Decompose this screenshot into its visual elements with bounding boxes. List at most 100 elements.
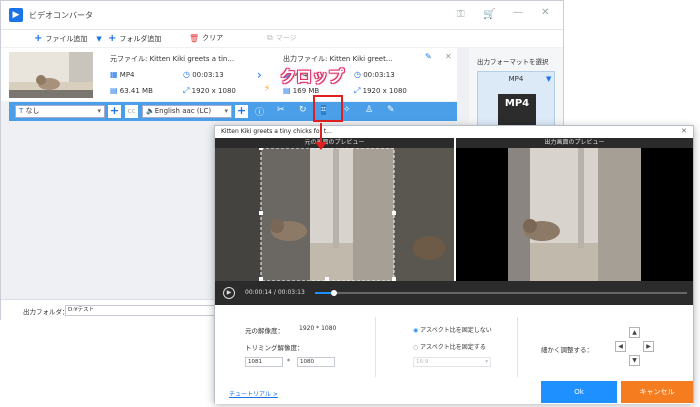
- subtitle-select[interactable]: T なし ▾: [15, 105, 105, 118]
- out-duration-value: 00:03:13: [363, 71, 395, 79]
- dropdown-arrow-icon[interactable]: ▼: [96, 35, 101, 43]
- progress-knob[interactable]: [330, 290, 337, 296]
- cart-icon[interactable]: 🛒: [483, 9, 495, 20]
- merge-icon: ⧉: [267, 33, 273, 42]
- crop-dialog: Kitten Kiki greets a tiny chicks for t..…: [214, 125, 694, 404]
- nudge-down-icon[interactable]: ▼: [629, 355, 640, 366]
- playback-bar: ▶ 00:00:14 / 00:03:13: [215, 281, 693, 305]
- ratio-select[interactable]: 16:9 ▾: [413, 357, 491, 367]
- watermark-icon[interactable]: ♙: [365, 105, 373, 115]
- merge-label: マージ: [275, 34, 297, 42]
- time-separator: /: [273, 289, 276, 296]
- crop-width-value: 1081: [248, 359, 262, 365]
- src-format-value: MP4: [119, 71, 135, 79]
- subtitle-value: なし: [25, 107, 40, 115]
- tutorial-link[interactable]: チュートリアル >: [229, 389, 278, 398]
- clear-button[interactable]: 🗑 クリア: [189, 33, 223, 43]
- add-folder-button[interactable]: + フォルダ追加: [108, 33, 161, 44]
- crop-height-input[interactable]: 1080: [297, 357, 335, 367]
- nudge-left-icon[interactable]: ◀: [615, 341, 626, 352]
- out-resolution-value: 1920 x 1080: [362, 87, 407, 95]
- output-folder-label: 出力フォルダ：: [23, 308, 69, 316]
- crop-callout: クロップ: [280, 67, 345, 86]
- dialog-title: Kitten Kiki greets a tiny chicks for t..…: [215, 126, 693, 138]
- pen-icon[interactable]: ✎: [387, 105, 395, 115]
- chevron-down-icon: ▾: [224, 107, 228, 115]
- src-size: ▤ 63.41 MB: [110, 86, 153, 95]
- orig-preview-header: 元の画面のプレビュー: [215, 138, 454, 148]
- output-frame: [456, 148, 693, 281]
- output-folder-value: D:¥テスト: [68, 307, 95, 313]
- rotate-icon[interactable]: ↻: [299, 105, 307, 115]
- divider: [375, 317, 376, 377]
- ratio-fixed-option[interactable]: ○ アスペクト比を固定する: [413, 342, 486, 351]
- clock-icon: ◷: [354, 70, 361, 79]
- progress-track[interactable]: [315, 290, 687, 296]
- src-size-value: 63.41 MB: [119, 87, 153, 95]
- ratio-select-value: 16:9: [416, 359, 429, 365]
- convert-arrow-icon: ›: [257, 68, 262, 82]
- edit-pen-icon[interactable]: ✎: [425, 52, 432, 61]
- audio-value: English aac (LC): [154, 107, 212, 115]
- source-file-label: 元ファイル: Kitten Kiki greets a tin...: [110, 55, 235, 63]
- app-title: ビデオコンバータ: [29, 11, 93, 20]
- trash-icon: 🗑: [189, 33, 200, 43]
- close-icon[interactable]: ✕: [541, 7, 549, 18]
- trim-res-label: トリミング解像度：: [245, 344, 304, 352]
- add-file-button[interactable]: + ファイル追加 ▼: [34, 33, 102, 44]
- subtitle-toggle-icon[interactable]: cc: [125, 105, 138, 118]
- audio-select[interactable]: 🔈English aac (LC) ▾: [142, 105, 232, 118]
- lightning-icon[interactable]: ⚡: [264, 84, 270, 94]
- file-row[interactable]: 元ファイル: Kitten Kiki greets a tin... ▦ MP4…: [1, 48, 457, 101]
- crop-width-input[interactable]: 1081: [245, 357, 283, 367]
- format-panel-title: 出力フォーマットを選択: [477, 58, 549, 66]
- edit-toolbar: T なし ▾ + cc 🔈English aac (LC) ▾ + ⓘ ✂ ↻ ⌗ …: [9, 102, 457, 121]
- times-sign: *: [287, 358, 290, 365]
- crop-handle[interactable]: [259, 148, 263, 150]
- play-icon[interactable]: ▶: [223, 287, 235, 299]
- film-icon: ▦: [110, 70, 118, 79]
- format-selector[interactable]: MP4 ▼ MP4: [477, 71, 555, 127]
- add-subtitle-button[interactable]: +: [108, 105, 121, 118]
- close-icon[interactable]: ✕: [445, 52, 452, 61]
- ratio-fixed-label: アスペクト比を固定する: [420, 344, 486, 351]
- divider: [517, 317, 518, 377]
- resize-icon: ⤢: [183, 86, 190, 95]
- original-preview: [215, 148, 454, 281]
- crop-handle[interactable]: [259, 211, 263, 215]
- src-resolution-value: 1920 x 1080: [191, 87, 236, 95]
- speaker-icon: 🔈: [146, 107, 155, 115]
- video-thumbnail: [9, 52, 93, 98]
- key-icon[interactable]: ⚿: [457, 9, 465, 20]
- clear-label: クリア: [202, 34, 224, 42]
- out-duration: ◷ 00:03:13: [354, 70, 395, 79]
- merge-button[interactable]: ⧉ マージ: [267, 33, 297, 43]
- src-duration: ◷ 00:03:13: [183, 70, 224, 79]
- chevron-down-icon: ▾: [97, 107, 101, 115]
- plus-icon: +: [108, 33, 117, 44]
- nudge-up-icon[interactable]: ▲: [629, 327, 640, 338]
- add-audio-button[interactable]: +: [235, 105, 248, 118]
- close-icon[interactable]: ✕: [681, 127, 687, 135]
- text-icon: T: [19, 107, 24, 115]
- ratio-free-label: アスペクト比を固定しない: [420, 327, 492, 334]
- file-icon: ▤: [283, 86, 291, 95]
- cancel-button[interactable]: キャンセル: [621, 381, 693, 403]
- crop-handle[interactable]: [392, 211, 396, 215]
- src-resolution: ⤢ 1920 x 1080: [183, 86, 236, 96]
- out-size: ▤ 169 MB: [283, 86, 319, 95]
- add-folder-label: フォルダ追加: [119, 34, 162, 43]
- nudge-right-icon[interactable]: ▶: [643, 341, 654, 352]
- radio-unchecked-icon: ○: [413, 344, 419, 351]
- ratio-free-option[interactable]: ◉ アスペクト比を固定しない: [413, 325, 492, 334]
- effects-icon[interactable]: ✧: [343, 105, 351, 115]
- ok-button[interactable]: Ok: [541, 381, 617, 403]
- crop-height-value: 1080: [300, 359, 314, 365]
- info-icon[interactable]: ⓘ: [255, 105, 264, 118]
- output-folder-input[interactable]: D:¥テスト: [65, 305, 215, 316]
- output-preview: [456, 148, 693, 281]
- original-frame: [215, 148, 454, 281]
- minimize-icon[interactable]: —: [513, 7, 523, 18]
- file-icon: ▤: [110, 86, 118, 95]
- scissors-icon[interactable]: ✂: [277, 105, 285, 115]
